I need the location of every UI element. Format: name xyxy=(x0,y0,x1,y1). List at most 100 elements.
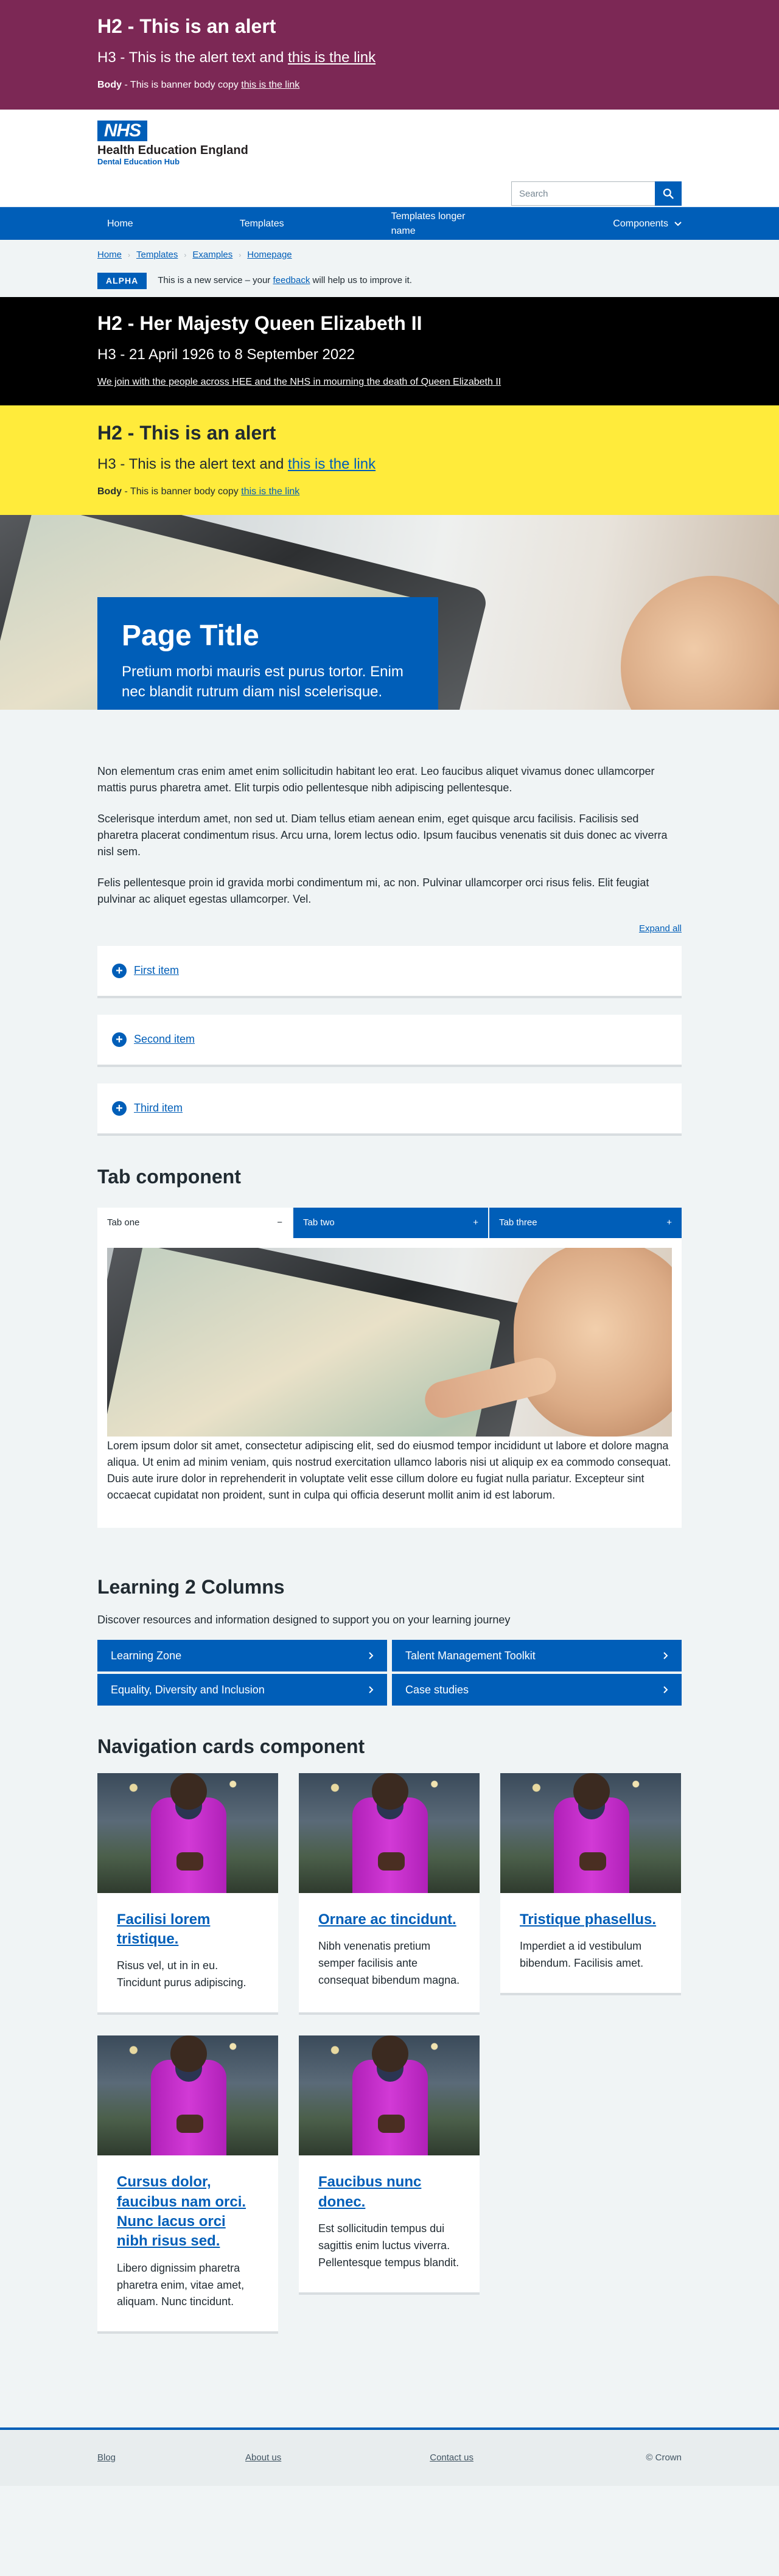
breadcrumb-homepage[interactable]: Homepage xyxy=(247,248,292,262)
card-text: Nibh venenatis pretium semper facilisis … xyxy=(318,1939,460,1986)
alert-heading: H2 - Her Majesty Queen Elizabeth II xyxy=(97,312,422,334)
tab-one[interactable]: Tab one − xyxy=(97,1207,292,1238)
footer-link-contact[interactable]: Contact us xyxy=(430,2451,473,2465)
copyright: © Crown xyxy=(646,2452,682,2463)
minus-icon: − xyxy=(277,1217,282,1228)
chevron-right-icon xyxy=(369,1652,374,1659)
footer-link-blog[interactable]: Blog xyxy=(97,2451,116,2465)
body-paragraph: Scelerisque interdum amet, non sed ut. D… xyxy=(97,813,668,858)
card-text: Libero dignissim pharetra pharetra enim,… xyxy=(117,2261,245,2308)
navigation-cards: Navigation cards component Facilisi lore… xyxy=(97,1735,682,2334)
tab-panel-text: Lorem ipsum dolor sit amet, consectetur … xyxy=(107,1439,671,1501)
plus-circle-icon: + xyxy=(112,1101,127,1116)
search-button[interactable] xyxy=(655,181,682,206)
hero: Page Title Pretium morbi mauris est puru… xyxy=(0,515,779,710)
card-image xyxy=(299,2035,480,2156)
chevron-right-icon xyxy=(663,1686,668,1693)
page-title: Page Title xyxy=(122,620,259,652)
plus-circle-icon: + xyxy=(112,1032,127,1047)
section-lead: Discover resources and information desig… xyxy=(97,1614,511,1626)
alert-text: H3 - This is the alert text and this is … xyxy=(97,49,376,66)
nav-card[interactable]: Cursus dolor, faucibus nam orci. Nunc la… xyxy=(97,2035,278,2334)
card-title-link[interactable]: Cursus dolor, faucibus nam orci. Nunc la… xyxy=(117,2172,259,2252)
accordion-link[interactable]: Second item xyxy=(134,1031,195,1048)
breadcrumb-home[interactable]: Home xyxy=(97,248,122,262)
tab-label: Tab two xyxy=(303,1217,335,1228)
alert-body: Body - This is banner body copy this is … xyxy=(97,80,300,91)
link-tile-label: Equality, Diversity and Inclusion xyxy=(111,1683,265,1696)
search-icon xyxy=(663,188,674,199)
tab-three[interactable]: Tab three + xyxy=(489,1207,682,1238)
nav-card[interactable]: Facilisi lorem tristique. Risus vel, ut … xyxy=(97,1773,278,2015)
expand-all-link[interactable]: Expand all xyxy=(639,923,682,934)
section-heading: Navigation cards component xyxy=(97,1735,365,1758)
accordion-link[interactable]: First item xyxy=(134,962,179,979)
card-title-link[interactable]: Facilisi lorem tristique. xyxy=(117,1910,259,1950)
feedback-link[interactable]: feedback xyxy=(273,275,310,285)
main-content: Non elementum cras enim amet enim sollic… xyxy=(97,710,682,2334)
organisation-name: Health Education England xyxy=(97,144,248,157)
footer-link-about[interactable]: About us xyxy=(245,2451,281,2465)
section-heading: Learning 2 Columns xyxy=(97,1575,285,1598)
card-text: Risus vel, ut in in eu. Tincidunt purus … xyxy=(117,1959,246,1989)
plus-circle-icon: + xyxy=(112,963,127,978)
plus-icon: + xyxy=(666,1217,672,1228)
card-text: Est sollicitudin tempus dui sagittis eni… xyxy=(318,2222,459,2269)
accordion-item-third[interactable]: + Third item xyxy=(97,1083,682,1136)
card-image xyxy=(299,1773,480,1893)
link-tile-talent-management[interactable]: Talent Management Toolkit xyxy=(392,1640,682,1672)
body-paragraph: Felis pellentesque proin id gravida morb… xyxy=(97,877,649,905)
link-tile-learning-zone[interactable]: Learning Zone xyxy=(97,1640,387,1672)
nav-item-label: Components xyxy=(613,219,668,229)
search-form xyxy=(511,181,682,206)
link-tile-equality[interactable]: Equality, Diversity and Inclusion xyxy=(97,1674,387,1706)
nhs-logo: NHS xyxy=(97,121,147,141)
tab-label: Tab three xyxy=(499,1217,537,1228)
alert-link[interactable]: this is the link xyxy=(288,49,376,66)
accordion: + First item + Second item + Third item xyxy=(97,945,682,1136)
nav-card[interactable]: Ornare ac tincidunt. Nibh venenatis pret… xyxy=(299,1773,480,2015)
accordion-item-first[interactable]: + First item xyxy=(97,945,682,998)
alert-link[interactable]: this is the link xyxy=(288,456,376,472)
breadcrumb-examples[interactable]: Examples xyxy=(192,248,232,262)
tab-two[interactable]: Tab two + xyxy=(293,1207,488,1238)
phase-text: This is a new service – your feedback wi… xyxy=(158,275,412,285)
alert-body-link[interactable]: this is the link xyxy=(241,80,299,90)
chevron-right-icon: › xyxy=(239,251,242,259)
nav-card[interactable]: Faucibus nunc donec. Est sollicitudin te… xyxy=(299,2035,480,2295)
nav-item-templates[interactable]: Templates xyxy=(240,217,284,231)
alert-banner-yellow: H2 - This is an alert H3 - This is the a… xyxy=(0,405,779,515)
card-title-link[interactable]: Faucibus nunc donec. xyxy=(318,2172,460,2212)
nav-card[interactable]: Tristique phasellus. Imperdiet a id vest… xyxy=(500,1773,681,1995)
link-grid: Learning Zone Talent Management Toolkit … xyxy=(97,1640,682,1706)
card-image xyxy=(97,2035,278,2156)
alert-body-link[interactable]: this is the link xyxy=(241,486,299,497)
card-title-link[interactable]: Ornare ac tincidunt. xyxy=(318,1910,460,1930)
chevron-right-icon xyxy=(369,1686,374,1693)
card-title-link[interactable]: Tristique phasellus. xyxy=(520,1910,662,1930)
link-tile-case-studies[interactable]: Case studies xyxy=(392,1674,682,1706)
accordion-link[interactable]: Third item xyxy=(134,1100,183,1116)
organisation-descriptor: Dental Education Hub xyxy=(97,157,180,166)
accordion-item-second[interactable]: + Second item xyxy=(97,1014,682,1067)
hero-image-child xyxy=(621,576,779,710)
alert-heading: H2 - This is an alert xyxy=(97,15,276,37)
link-tile-label: Learning Zone xyxy=(111,1649,182,1662)
mourning-link[interactable]: We join with the people across HEE and t… xyxy=(97,377,501,387)
tab-list: Tab one − Tab two + Tab three + xyxy=(97,1207,682,1238)
chevron-down-icon xyxy=(674,222,682,226)
breadcrumb-templates[interactable]: Templates xyxy=(136,248,178,262)
tab-label: Tab one xyxy=(107,1217,140,1228)
primary-navigation: Home Templates Templates longer name Com… xyxy=(0,207,779,240)
logo-link[interactable]: NHS Health Education England Dental Educ… xyxy=(97,121,682,167)
nav-item-home[interactable]: Home xyxy=(107,217,133,231)
search-input[interactable] xyxy=(511,181,655,206)
tab-panel: Lorem ipsum dolor sit amet, consectetur … xyxy=(97,1237,682,1528)
nav-item-components[interactable]: Components xyxy=(613,217,682,231)
tab-image xyxy=(107,1247,672,1437)
alert-heading: H2 - This is an alert xyxy=(97,422,276,444)
alert-banner-purple: H2 - This is an alert H3 - This is the a… xyxy=(0,0,779,110)
tab-component: Tab component Tab one − Tab two + Tab th… xyxy=(97,1165,682,1528)
nav-item-templates-longer[interactable]: Templates longer name xyxy=(391,209,480,239)
link-tile-label: Talent Management Toolkit xyxy=(405,1649,536,1662)
